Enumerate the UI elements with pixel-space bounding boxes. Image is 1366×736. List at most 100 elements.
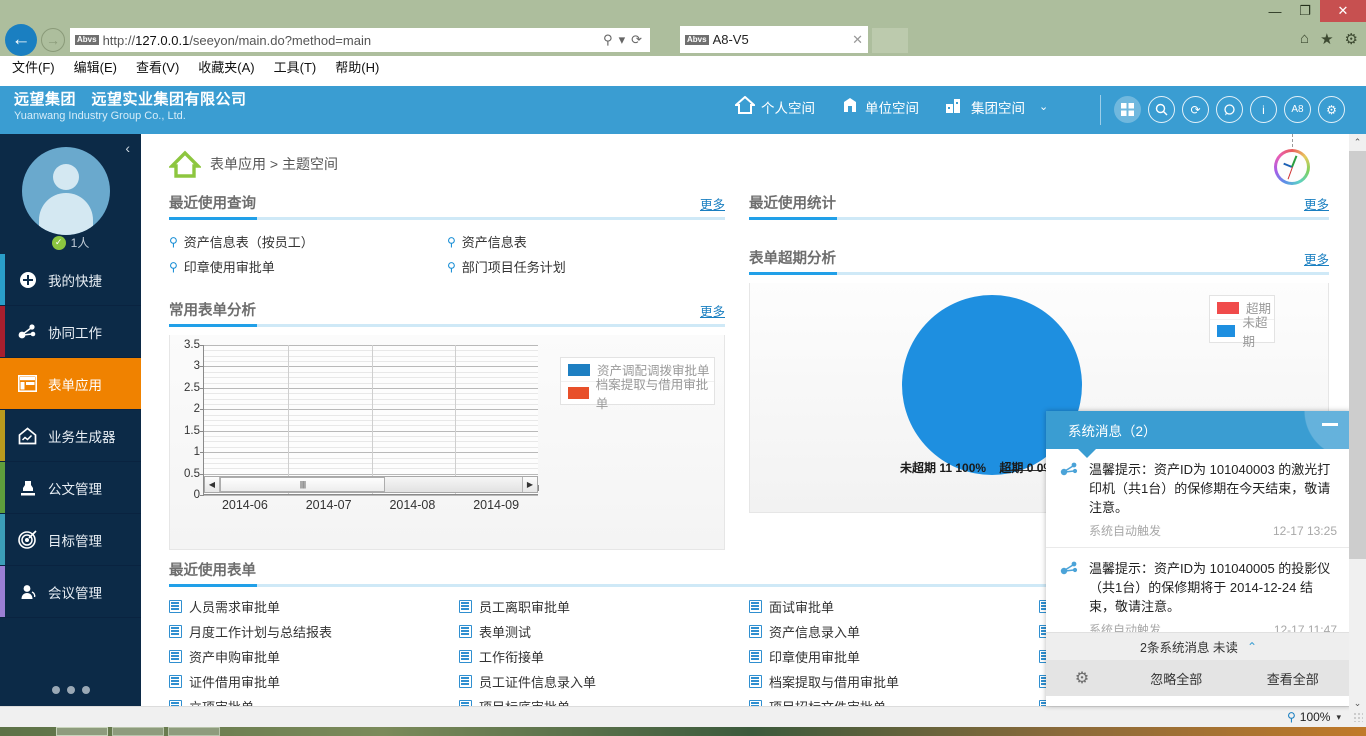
scroll-thumb[interactable]: [1349, 151, 1366, 559]
back-button[interactable]: ←: [5, 24, 37, 56]
chevron-down-icon[interactable]: ⌄: [1039, 100, 1048, 113]
list-item[interactable]: 资产申购审批单: [169, 644, 459, 669]
restore-button[interactable]: ❐: [1290, 0, 1320, 22]
list-item[interactable]: 档案提取与借用审批单: [749, 669, 1039, 694]
list-item[interactable]: 表单测试: [459, 619, 749, 644]
message-time: 12-17 11:47: [1274, 621, 1337, 632]
sidebar-collapse-button[interactable]: ‹: [125, 140, 130, 156]
close-button[interactable]: ✕: [1320, 0, 1366, 22]
resize-grip[interactable]: [1353, 712, 1363, 722]
sidebar-item-collaboration[interactable]: 协同工作: [0, 306, 141, 358]
zoom-indicator[interactable]: ⚲ 100%: [1287, 710, 1331, 724]
y-axis-tick-label: 2.5: [184, 382, 200, 394]
home-icon[interactable]: [169, 150, 201, 178]
search-icon[interactable]: [1148, 96, 1175, 123]
search-icon[interactable]: ⚲: [603, 32, 613, 48]
scroll-down-icon[interactable]: ⌄: [1349, 695, 1366, 712]
avatar[interactable]: [22, 147, 110, 235]
list-item[interactable]: 印章使用审批单: [749, 644, 1039, 669]
message-time: 12-17 13:25: [1273, 522, 1337, 541]
address-bar[interactable]: Abvs http://127.0.0.1/seeyon/main.do?met…: [70, 28, 650, 52]
legend-item[interactable]: 未超期: [1210, 319, 1274, 342]
list-item[interactable]: ⚲ 印章使用审批单: [169, 254, 447, 279]
browser-tab[interactable]: Abvs A8-V5 ✕: [680, 26, 868, 53]
list-item[interactable]: 员工离职审批单: [459, 594, 749, 619]
sidebar-item-meeting-management[interactable]: 会议管理: [0, 566, 141, 618]
minimize-icon[interactable]: [1322, 423, 1338, 426]
more-link[interactable]: 更多: [700, 301, 725, 324]
more-link[interactable]: 更多: [700, 194, 725, 217]
menu-view[interactable]: 查看(V): [136, 57, 179, 76]
forward-button[interactable]: →: [41, 28, 65, 52]
ignore-all-button[interactable]: 忽略全部: [1118, 669, 1235, 688]
unread-summary[interactable]: 2条系统消息 未读 ⌃: [1046, 632, 1351, 660]
scroll-thumb[interactable]: |||||: [220, 477, 385, 492]
sidebar-item-form-application[interactable]: 表单应用: [0, 358, 141, 410]
taskbar-item[interactable]: [168, 727, 220, 736]
list-item[interactable]: ⚲ 部门项目任务计划: [447, 254, 725, 279]
online-count-label: 1人: [71, 234, 90, 251]
sidebar-item-my-shortcuts[interactable]: 我的快捷: [0, 254, 141, 306]
taskbar-item-browser[interactable]: [56, 727, 108, 736]
nav-unit-space[interactable]: 单位空间: [841, 96, 919, 117]
clock-widget[interactable]: [1274, 149, 1310, 185]
more-link[interactable]: 更多: [1304, 249, 1329, 272]
taskbar-item[interactable]: [112, 727, 164, 736]
sidebar-item-document-management[interactable]: 公文管理: [0, 462, 141, 514]
favorites-icon[interactable]: ★: [1320, 30, 1333, 48]
nav-personal-space[interactable]: 个人空间: [735, 96, 815, 117]
gear-icon[interactable]: ⚙: [1046, 668, 1118, 688]
menu-file[interactable]: 文件(F): [12, 57, 55, 76]
check-icon: ✓: [52, 236, 66, 250]
grid-icon[interactable]: [1114, 96, 1141, 123]
list-item[interactable]: 人员需求审批单: [169, 594, 459, 619]
page-vertical-scrollbar[interactable]: ⌃ ⌄: [1349, 134, 1366, 712]
list-item-label: 证件借用审批单: [189, 672, 280, 691]
list-item[interactable]: ⚲ 资产信息表（按员工）: [169, 229, 447, 254]
list-item[interactable]: 工作衔接单: [459, 644, 749, 669]
refresh-icon[interactable]: ⟳: [1182, 96, 1209, 123]
home-icon[interactable]: ⌂: [1300, 30, 1309, 48]
list-item[interactable]: 月度工作计划与总结报表: [169, 619, 459, 644]
refresh-icon[interactable]: ⟳: [631, 32, 642, 48]
bar-chart-hscrollbar[interactable]: ◀ ||||| ▶: [204, 476, 538, 493]
menu-edit[interactable]: 编辑(E): [74, 57, 117, 76]
list-item[interactable]: 资产信息录入单: [749, 619, 1039, 644]
view-all-button[interactable]: 查看全部: [1235, 669, 1352, 688]
settings-icon[interactable]: ⚙: [1318, 96, 1345, 123]
menu-favorites[interactable]: 收藏夹(A): [198, 57, 254, 76]
scroll-right-icon[interactable]: ▶: [522, 477, 537, 492]
menu-tools[interactable]: 工具(T): [274, 57, 317, 76]
minimize-button[interactable]: —: [1260, 0, 1290, 22]
accent-bar: [0, 462, 5, 513]
list-item[interactable]: 温馨提示：资产ID为 101040003 的激光打印机（共1台）的保修期在今天结…: [1046, 449, 1351, 547]
sidebar-pagination-dots[interactable]: [0, 686, 141, 694]
more-link[interactable]: 更多: [1304, 194, 1329, 217]
sidebar-item-business-generator[interactable]: 业务生成器: [0, 410, 141, 462]
tab-close-icon[interactable]: ✕: [852, 32, 863, 48]
legend-item[interactable]: 档案提取与借用审批单: [561, 381, 714, 404]
new-tab-button[interactable]: [872, 28, 908, 53]
list-item[interactable]: 温馨提示：资产ID为 101040005 的投影仪（共1台）的保修期将于 201…: [1046, 547, 1351, 632]
tools-icon[interactable]: ⚙: [1345, 30, 1358, 48]
menu-help[interactable]: 帮助(H): [335, 57, 379, 76]
form-icon: [749, 675, 762, 688]
list-item[interactable]: 证件借用审批单: [169, 669, 459, 694]
plus-circle-icon: [17, 269, 38, 290]
list-item-label: 资产信息录入单: [769, 622, 860, 641]
message-icon[interactable]: [1216, 96, 1243, 123]
sidebar-item-goal-management[interactable]: 目标管理: [0, 514, 141, 566]
message-body: 温馨提示：资产ID为 101040003 的激光打印机（共1台）的保修期在今天结…: [1089, 460, 1337, 541]
chevron-up-icon[interactable]: ⌃: [1247, 640, 1257, 654]
chevron-down-icon[interactable]: ▾: [1336, 712, 1341, 723]
a8-icon[interactable]: A8: [1284, 96, 1311, 123]
info-icon[interactable]: i: [1250, 96, 1277, 123]
chevron-down-icon[interactable]: ▾: [619, 32, 626, 48]
scroll-up-icon[interactable]: ⌃: [1349, 134, 1366, 151]
nav-group-space[interactable]: 集团空间 ⌄: [945, 96, 1048, 117]
form-icon: [749, 625, 762, 638]
list-item[interactable]: 面试审批单: [749, 594, 1039, 619]
list-item[interactable]: 员工证件信息录入单: [459, 669, 749, 694]
scroll-left-icon[interactable]: ◀: [205, 477, 220, 492]
list-item[interactable]: ⚲ 资产信息表: [447, 229, 725, 254]
